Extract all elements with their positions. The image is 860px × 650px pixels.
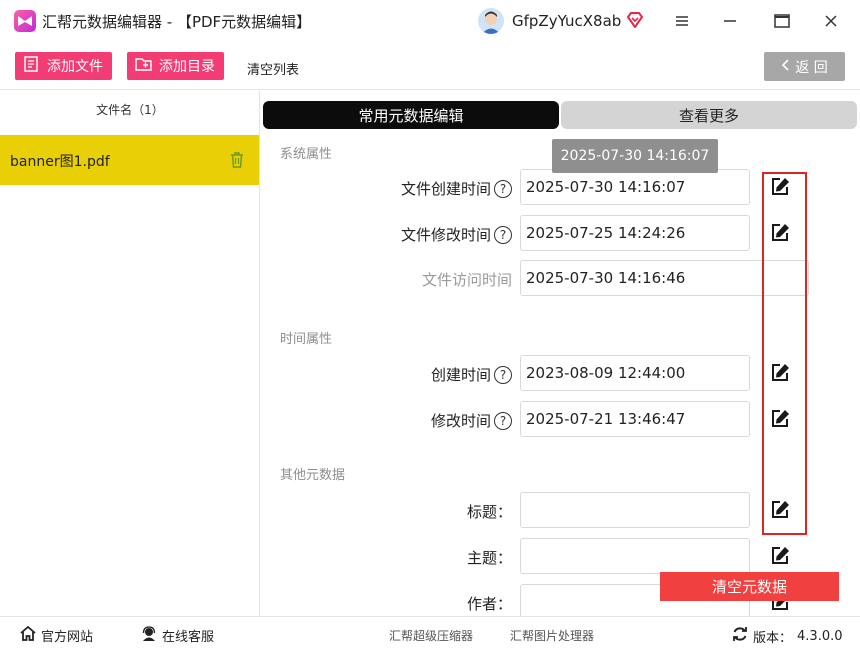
modified-time-label-text: 修改时间: [430, 412, 491, 430]
help-icon[interactable]: ?: [494, 179, 512, 198]
window-title: 汇帮元数据编辑器 - 【PDF元数据编辑】: [42, 13, 312, 31]
title-label: 标题：: [466, 503, 512, 521]
modified-time-label: 修改时间 ?: [431, 410, 512, 431]
created-time-field[interactable]: 2023-08-09 12:44:00: [520, 355, 750, 391]
minimize-icon[interactable]: [717, 8, 743, 34]
refresh-icon[interactable]: [732, 626, 748, 646]
subject-label: 主题：: [466, 549, 512, 567]
maximize-icon[interactable]: [769, 8, 795, 34]
official-website-label: 官方网站: [41, 630, 94, 645]
section-time-title: 时间属性: [280, 332, 333, 347]
official-website-link[interactable]: 官方网站: [20, 625, 94, 645]
title-bar: 汇帮元数据编辑器 - 【PDF元数据编辑】 GfpZyYucX8ab: [0, 0, 860, 42]
add-folder-label: 添加目录: [159, 59, 215, 75]
file-name: banner图1.pdf: [10, 154, 110, 170]
back-button[interactable]: 返 回: [764, 52, 845, 81]
file-list-header: 文件名（1）: [96, 103, 164, 117]
user-avatar[interactable]: [478, 8, 504, 34]
headset-icon: [141, 626, 157, 645]
title-field[interactable]: [520, 492, 750, 528]
author-label: 作者：: [466, 595, 512, 613]
toolbar: 添加文件 添加目录 清空列表 返 回: [0, 42, 860, 90]
date-tooltip: 2025-07-30 14:16:07: [552, 139, 718, 173]
section-other-title: 其他元数据: [280, 468, 346, 483]
chevron-left-icon: [781, 58, 789, 75]
help-icon[interactable]: ?: [494, 225, 512, 244]
created-time-label-text: 创建时间: [430, 366, 491, 384]
vip-diamond-icon[interactable]: [626, 12, 644, 32]
trash-icon[interactable]: [230, 152, 244, 172]
subject-field[interactable]: [520, 538, 750, 574]
metadata-panel: 常用元数据编辑 查看更多 系统属性 文件创建时间 ? 2025-07-30 14…: [260, 91, 860, 616]
image-tool-link[interactable]: 汇帮图片处理器: [510, 627, 594, 644]
username[interactable]: GfpZyYucX8ab: [512, 12, 621, 30]
back-label: 返 回: [795, 59, 828, 76]
version-info: 版本： 4.3.0.0: [732, 626, 843, 646]
tab-view-more[interactable]: 查看更多: [561, 101, 857, 129]
file-created-field[interactable]: 2025-07-30 14:16:07: [520, 169, 750, 205]
edit-buttons-highlight: [762, 172, 807, 535]
add-folder-button[interactable]: 添加目录: [127, 52, 224, 80]
version-label: 版本：: [753, 630, 793, 646]
compressor-link[interactable]: 汇帮超级压缩器: [389, 627, 473, 644]
add-folder-icon: [135, 56, 153, 76]
file-modified-label: 文件修改时间 ?: [401, 224, 512, 245]
file-created-label-text: 文件创建时间: [400, 180, 491, 198]
clear-metadata-button[interactable]: 清空元数据: [660, 572, 839, 601]
close-icon[interactable]: [818, 8, 844, 34]
online-support-link[interactable]: 在线客服: [141, 626, 214, 645]
help-icon[interactable]: ?: [494, 365, 512, 384]
home-icon: [20, 625, 36, 645]
tab-common-metadata[interactable]: 常用元数据编辑: [263, 101, 559, 129]
modified-time-field[interactable]: 2025-07-21 13:46:47: [520, 401, 750, 437]
status-bar: 官方网站 在线客服 汇帮超级压缩器 汇帮图片处理器 版本： 4.3.0.0: [0, 616, 860, 650]
file-created-label: 文件创建时间 ?: [401, 178, 512, 199]
add-file-button[interactable]: 添加文件: [15, 52, 112, 80]
file-list-item[interactable]: banner图1.pdf: [0, 135, 259, 185]
created-time-label: 创建时间 ?: [431, 364, 512, 385]
add-file-label: 添加文件: [47, 59, 103, 75]
version-number: 4.3.0.0: [797, 628, 843, 644]
menu-icon[interactable]: [669, 8, 695, 34]
online-support-label: 在线客服: [162, 630, 215, 645]
add-file-icon: [23, 56, 41, 76]
file-modified-field[interactable]: 2025-07-25 14:24:26: [520, 215, 750, 251]
file-modified-label-text: 文件修改时间: [400, 226, 491, 244]
edit-icon[interactable]: [769, 545, 791, 567]
section-system-title: 系统属性: [280, 147, 333, 162]
file-accessed-label: 文件访问时间: [421, 271, 512, 289]
clear-list-button[interactable]: 清空列表: [247, 59, 299, 78]
app-logo-icon: [14, 10, 36, 32]
file-sidebar: 文件名（1） banner图1.pdf: [0, 91, 260, 616]
help-icon[interactable]: ?: [494, 411, 512, 430]
